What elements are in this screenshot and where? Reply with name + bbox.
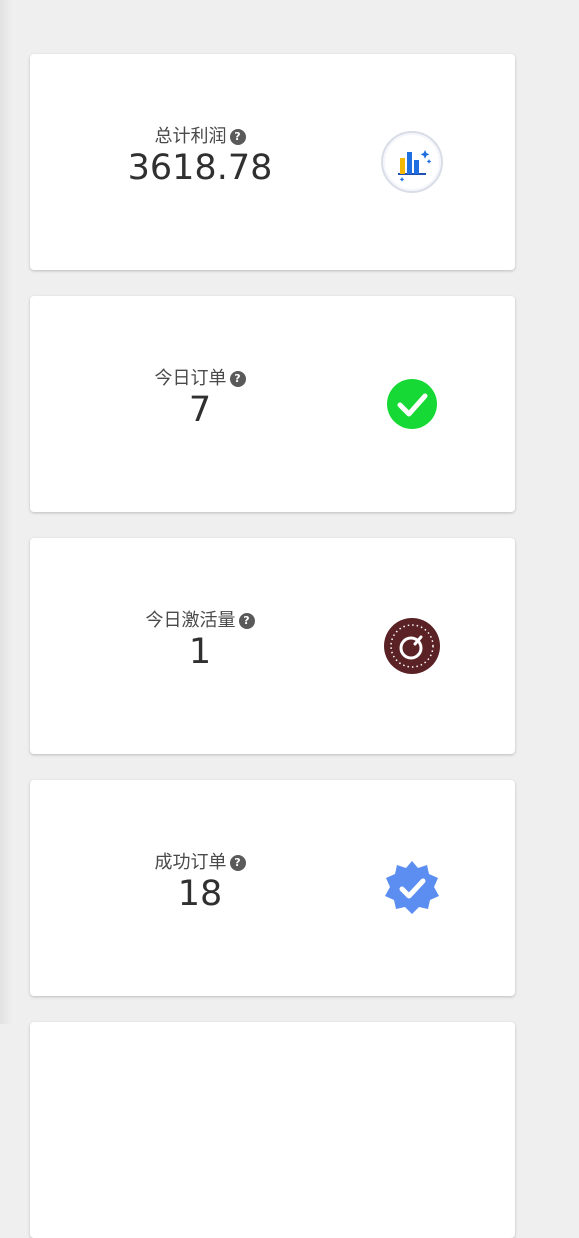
stat-block: 成功订单 ? 18 [30,852,370,914]
stat-card-total-profit: 总计利润 ? 3618.78 [30,54,515,270]
stat-label-row: 成功订单 ? [155,852,246,874]
stat-block: 总计利润 ? 3618.78 [30,126,370,188]
stat-value: 3618.78 [127,148,273,188]
stat-card-successful-orders: 成功订单 ? 18 [30,780,515,996]
stat-label-row: 今日订单 ? [155,368,246,390]
stat-value: 7 [188,390,212,430]
stat-label: 成功订单 [154,852,227,873]
stat-block: 今日激活量 ? 1 [30,610,370,672]
stat-value: 1 [188,632,212,672]
gauge-icon [384,618,440,674]
stat-label: 今日激活量 [145,610,236,631]
stat-card-today-activations: 今日激活量 ? 1 [30,538,515,754]
stat-label-row: 总计利润 ? [155,126,246,148]
stat-block: 今日订单 ? 7 [30,368,370,430]
bar-chart-icon [381,131,443,193]
stat-label: 总计利润 [154,126,227,147]
check-circle-icon [387,379,437,429]
stat-card-next [30,1022,515,1238]
stat-value: 18 [177,874,223,914]
stat-card-today-orders: 今日订单 ? 7 [30,296,515,512]
left-edge-shadow [0,0,12,1024]
verified-badge-icon [385,861,439,914]
help-icon[interactable]: ? [229,371,246,387]
stat-label: 今日订单 [154,368,227,389]
help-icon[interactable]: ? [238,613,255,629]
stat-label-row: 今日激活量 ? [146,610,255,632]
help-icon[interactable]: ? [229,129,246,145]
help-icon[interactable]: ? [229,855,246,871]
